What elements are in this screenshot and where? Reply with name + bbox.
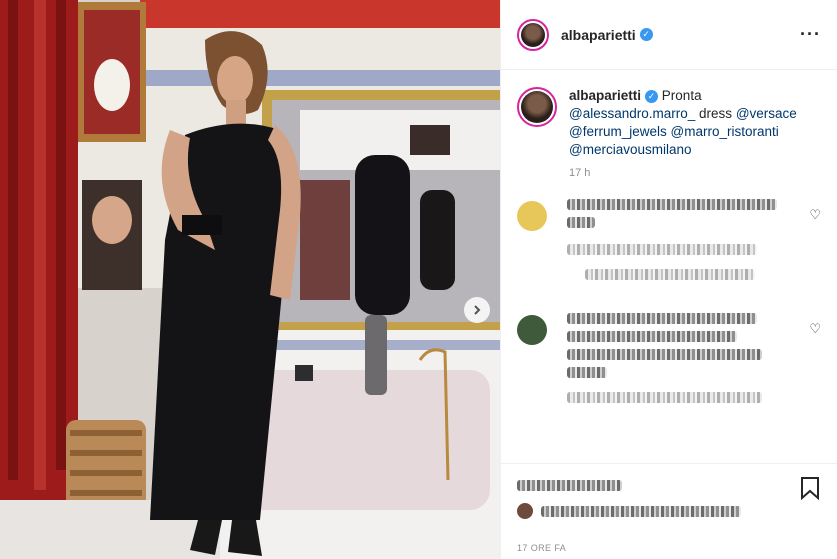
comment-item: ♡ [517, 199, 821, 287]
mention-link[interactable]: @marro_ristoranti [671, 124, 779, 139]
blurred-comment-text [567, 199, 777, 210]
blurred-comment-text [567, 349, 762, 360]
comment-body [567, 313, 821, 410]
blurred-comment-text [567, 313, 757, 324]
blurred-comment-text [567, 367, 607, 378]
caption-word: Pronta [661, 88, 702, 103]
blurred-likes [517, 480, 622, 491]
commenter-avatar[interactable] [517, 315, 547, 345]
caption: albaparietti ✓ Pronta @alessandro.marro_ … [517, 87, 821, 159]
post-sidebar: albaparietti ✓ ··· albaparietti ✓ Pronta … [500, 0, 837, 559]
post-header: albaparietti ✓ ··· [501, 0, 837, 70]
caption-plain: dress [699, 106, 733, 121]
blurred-comment-text [567, 331, 737, 342]
blurred-comment-meta [567, 392, 762, 403]
caption-text: albaparietti ✓ Pronta @alessandro.marro_ … [569, 87, 797, 159]
author-avatar[interactable] [517, 18, 549, 51]
comment-item: ♡ [517, 313, 821, 410]
liked-by-row [517, 503, 821, 519]
verified-badge-icon: ✓ [645, 89, 659, 103]
blurred-liked-by [541, 505, 741, 517]
commenter-avatar[interactable] [517, 201, 547, 231]
blurred-comment-text [567, 217, 595, 228]
blurred-comment-meta [585, 269, 755, 280]
photo-image [0, 0, 500, 559]
save-bookmark-icon[interactable] [799, 476, 821, 503]
like-comment-heart-icon[interactable]: ♡ [809, 207, 821, 223]
mention-link[interactable]: @ferrum_jewels [569, 124, 667, 139]
comments-section: albaparietti ✓ Pronta @alessandro.marro_ … [501, 71, 837, 463]
next-photo-button[interactable] [464, 297, 490, 323]
chevron-right-icon [474, 305, 481, 315]
caption-avatar[interactable] [517, 87, 557, 127]
liker-avatar[interactable] [517, 503, 533, 519]
mention-link[interactable]: @alessandro.marro_ [569, 106, 695, 121]
post-time-footer: 17 ORE FA [517, 543, 567, 553]
post-photo[interactable] [0, 0, 500, 559]
mention-link[interactable]: @versace [736, 106, 797, 121]
author-username[interactable]: albaparietti [561, 27, 636, 43]
caption-username[interactable]: albaparietti [569, 88, 641, 103]
like-comment-heart-icon[interactable]: ♡ [809, 321, 821, 337]
mention-link[interactable]: @merciavousmilano [569, 142, 692, 157]
comment-body [567, 199, 821, 287]
post-time: 17 h [569, 167, 591, 179]
verified-badge-icon: ✓ [639, 28, 653, 41]
more-options-icon[interactable]: ··· [800, 24, 821, 45]
blurred-comment-meta [567, 244, 757, 255]
post-actions: 17 ORE FA [501, 463, 837, 559]
